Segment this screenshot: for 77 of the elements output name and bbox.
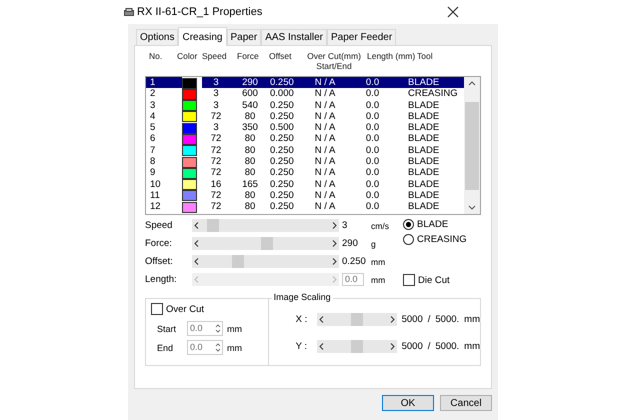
tab[interactable]: Paper Feeder [327,29,396,45]
slider-label: Force: [145,238,173,249]
slider[interactable] [192,237,339,250]
list-row[interactable]: 5 3 350 0.500 N / A 0.0 BLADE [146,122,464,134]
value-text: 5000 [402,314,423,325]
unit-label: mm [227,342,242,352]
list-row[interactable]: 11 72 80 0.250 N / A 0.0 BLADE [146,190,464,202]
printer-icon [124,8,134,16]
tab[interactable]: Paper [226,29,262,45]
spin-field[interactable]: 0.0 [187,340,223,355]
separator-text: / [428,314,430,325]
list-row[interactable]: 8 72 80 0.250 N / A 0.0 BLADE [146,156,464,168]
value-text: 5000. [435,341,460,352]
list-row[interactable]: 2 3 600 0.000 N / A 0.0 CREASING [146,88,464,100]
unit-label: mm [227,324,242,334]
value-text: 5000. [435,314,460,325]
slider-label: Offset: [145,256,174,267]
tab[interactable]: Options [136,29,178,45]
value-text: 0.250 [341,256,367,267]
unit-label: mm [464,341,480,352]
column-header: Force [237,51,260,61]
tab[interactable]: Creasing [178,27,226,46]
scrollbar[interactable] [464,77,480,214]
radio-button[interactable]: BLADE [403,219,467,230]
list-row[interactable]: 6 72 80 0.250 N / A 0.0 BLADE [146,133,464,145]
column-header: Tool [417,51,434,61]
spin-arrows-icon[interactable] [214,322,222,335]
unit-label: cm/s [370,220,390,230]
column-header: Speed [202,51,228,61]
field-label: End [157,342,174,352]
column-header: Color [177,51,198,61]
list-row[interactable]: 4 72 80 0.250 N / A 0.0 BLADE [146,110,464,122]
slider[interactable] [316,313,397,326]
list-row[interactable]: 7 72 80 0.250 N / A 0.0 BLADE [146,144,464,156]
radio-button[interactable]: CREASING [403,234,467,245]
spin-arrows-icon[interactable] [214,341,222,354]
window-title: RX II-61-CR_1 Properties [137,6,264,18]
slider[interactable] [316,340,397,353]
unit-label: mm [370,274,386,284]
column-header: No. [148,51,164,61]
slider[interactable] [192,219,339,232]
slider[interactable] [192,255,339,268]
separator-text: / [428,341,430,352]
column-header: Over Cut(mm) Start/End [306,51,362,71]
axis-label: X : [296,314,308,325]
column-header: Length (mm) [367,51,416,61]
slider-thumb[interactable] [350,313,363,326]
unit-label: mm [370,256,386,266]
value-text: 5000 [402,341,423,352]
dialog-button[interactable]: Cancel [440,395,492,411]
close-icon[interactable] [446,5,460,19]
unit-label: g [370,238,377,248]
slider-thumb[interactable] [260,237,273,250]
slider-thumb[interactable] [206,219,219,232]
list-row[interactable]: 12 72 80 0.250 N / A 0.0 BLADE [146,201,464,213]
value-text: 3 [341,220,348,231]
slider-label: Speed [145,220,174,231]
slider-thumb[interactable] [232,255,244,268]
dialog-button[interactable]: OK [382,395,434,411]
column-header: Offset [269,51,293,61]
checkbox[interactable]: Die Cut [403,274,467,286]
unit-label: mm [464,314,480,325]
radio-circle-icon[interactable] [403,219,414,230]
slider-label: Length: [145,274,178,285]
value-text: 290 [341,238,359,249]
checkbox[interactable]: Over Cut [151,303,263,315]
list-row[interactable]: 3 3 540 0.250 N / A 0.0 BLADE [146,100,464,111]
list-row[interactable]: 10 16 165 0.250 N / A 0.0 BLADE [146,178,464,190]
tab[interactable]: AAS Installer [261,29,327,45]
radio-circle-icon[interactable] [403,234,414,245]
list-row[interactable]: 1 3 290 0.250 N / A 0.0 BLADE [146,77,464,88]
slider-thumb[interactable] [350,340,363,353]
group-title: Image Scaling [272,292,333,302]
axis-label: Y : [296,341,308,352]
spin-field[interactable]: 0.0 [187,321,223,336]
list-row[interactable]: 9 72 80 0.250 N / A 0.0 BLADE [146,167,464,179]
field-label: Start [157,324,178,334]
